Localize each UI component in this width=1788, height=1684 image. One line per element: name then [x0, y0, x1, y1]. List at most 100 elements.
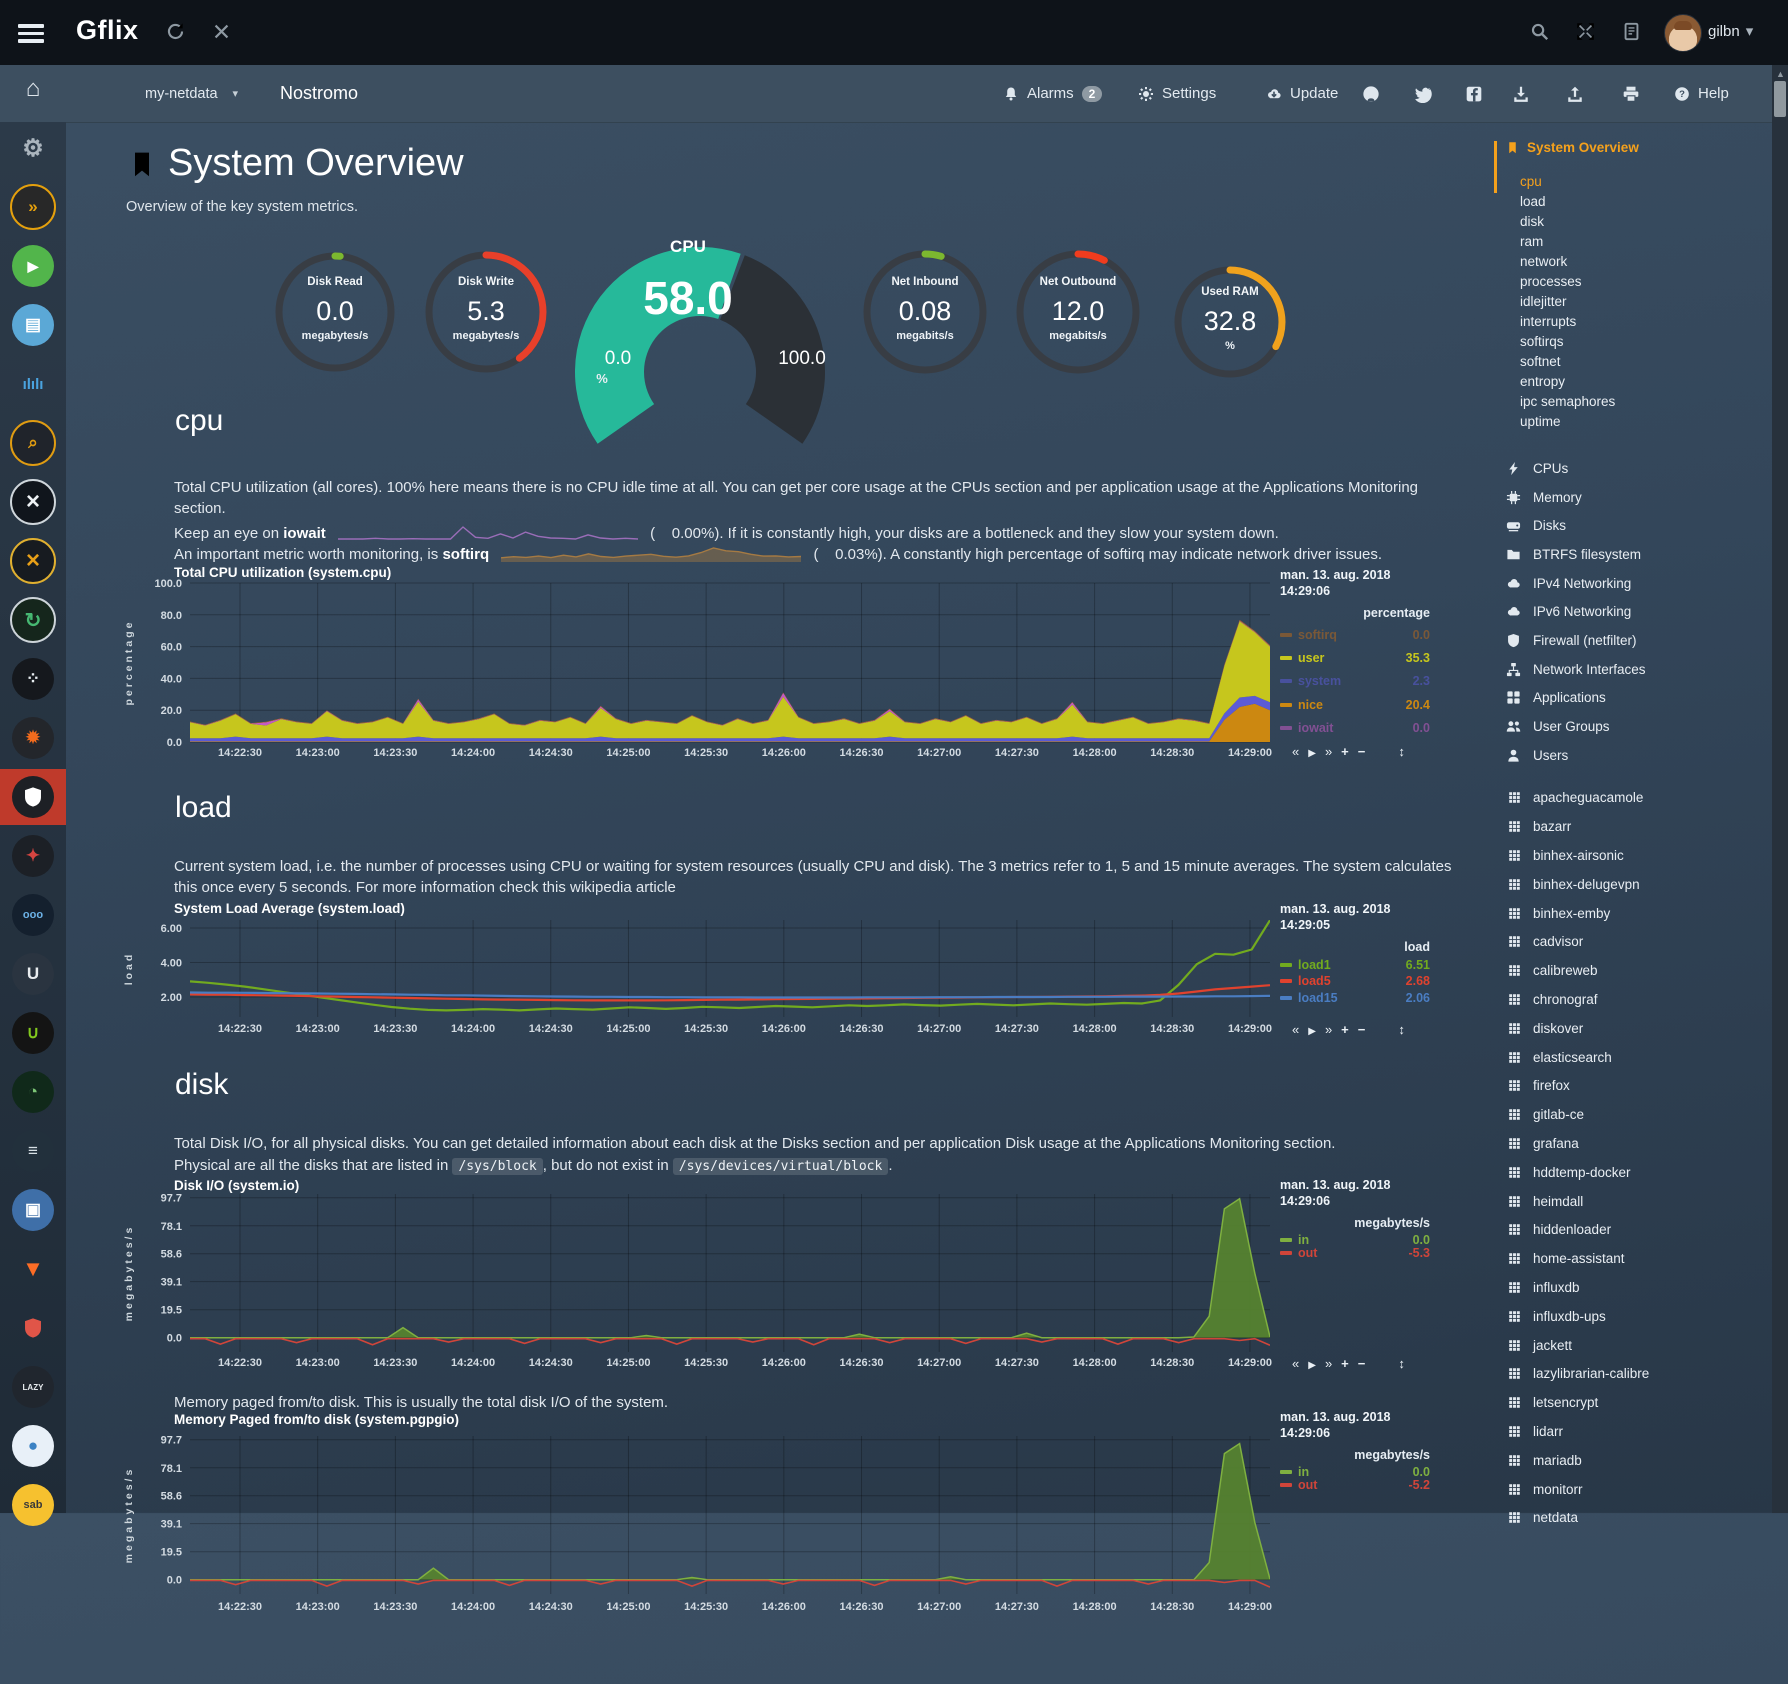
changelog-icon[interactable]	[1622, 22, 1641, 41]
menu-item-ipc-semaphores[interactable]: ipc semaphores	[1520, 392, 1780, 412]
export-button[interactable]	[1566, 65, 1584, 122]
play-button[interactable]	[1308, 744, 1316, 759]
menu-item-idlejitter[interactable]: idlejitter	[1520, 292, 1780, 312]
menu-app-diskover[interactable]: diskover	[1508, 1014, 1780, 1043]
zoom-out-button[interactable]	[1358, 1022, 1366, 1037]
sidebar-app-settings[interactable]: ⚙	[0, 120, 66, 176]
menu-app-letsencrypt[interactable]: letsencrypt	[1508, 1388, 1780, 1417]
zoom-out-button[interactable]	[1358, 744, 1366, 759]
menu-app-calibreweb[interactable]: calibreweb	[1508, 956, 1780, 985]
pan-back-button[interactable]	[1292, 1356, 1299, 1371]
menu-app-home-assistant[interactable]: home-assistant	[1508, 1244, 1780, 1273]
menu-section-cpus[interactable]: CPUs	[1506, 454, 1780, 483]
menu-section-ipv6-networking[interactable]: IPv6 Networking	[1506, 597, 1780, 626]
menu-item-network[interactable]: network	[1520, 252, 1780, 272]
menu-section-network-interfaces[interactable]: Network Interfaces	[1506, 655, 1780, 684]
sidebar-app-app-swirl[interactable]: ↻	[0, 592, 66, 648]
menu-section-btrfs-filesystem[interactable]: BTRFS filesystem	[1506, 540, 1780, 569]
menu-app-gitlab-ce[interactable]: gitlab-ce	[1508, 1100, 1780, 1129]
sidebar-app-jackett[interactable]: U	[0, 946, 66, 1002]
menu-app-grafana[interactable]: grafana	[1508, 1129, 1780, 1158]
pan-forward-button[interactable]	[1325, 1356, 1332, 1371]
menu-app-elasticsearch[interactable]: elasticsearch	[1508, 1043, 1780, 1072]
menu-app-mariadb[interactable]: mariadb	[1508, 1446, 1780, 1475]
menu-app-lidarr[interactable]: lidarr	[1508, 1417, 1780, 1446]
zoom-in-button[interactable]	[1341, 1356, 1349, 1371]
menu-app-firefox[interactable]: firefox	[1508, 1072, 1780, 1101]
menu-section-applications[interactable]: Applications	[1506, 684, 1780, 713]
menu-item-disk[interactable]: disk	[1520, 212, 1780, 232]
pan-forward-button[interactable]	[1325, 1022, 1332, 1037]
sidebar-app-sabnzbd[interactable]: sab	[0, 1477, 66, 1533]
zoom-in-button[interactable]	[1341, 744, 1349, 759]
refresh-icon[interactable]	[166, 22, 185, 41]
menu-item-ram[interactable]: ram	[1520, 232, 1780, 252]
close-tab-icon[interactable]	[212, 22, 231, 41]
sidebar-app-app-red-cluster[interactable]: ✦	[0, 828, 66, 884]
gauge-net-outbound[interactable]: Net Outbound12.0megabits/s	[1006, 240, 1150, 384]
sidebar-app-app-x-blue[interactable]: ×	[0, 474, 66, 530]
settings-button[interactable]: Settings	[1138, 65, 1216, 122]
sidebar-app-home[interactable]: ⌂	[0, 61, 66, 117]
menu-section-user-groups[interactable]: User Groups	[1506, 712, 1780, 741]
menu-app-hiddenloader[interactable]: hiddenloader	[1508, 1216, 1780, 1245]
sidebar-app-app-x-gold[interactable]: ×	[0, 533, 66, 589]
menu-app-netdata[interactable]: netdata	[1508, 1503, 1780, 1532]
search-icon[interactable]	[1530, 22, 1549, 41]
scrollbar-up-arrow[interactable]: ▲	[1776, 69, 1785, 79]
menu-app-influxdb-ups[interactable]: influxdb-ups	[1508, 1302, 1780, 1331]
menu-section-users[interactable]: Users	[1506, 741, 1780, 770]
chart-system.cpu[interactable]: 14:22:3014:23:0014:23:3014:24:0014:24:30…	[118, 558, 1288, 783]
menu-item-processes[interactable]: processes	[1520, 272, 1780, 292]
import-button[interactable]	[1512, 65, 1530, 122]
twitter-button[interactable]	[1414, 65, 1432, 122]
hamburger-menu-icon[interactable]	[18, 24, 44, 42]
legend-item-system[interactable]: system2.3	[1280, 670, 1430, 693]
menu-section-firewall-netfilter-[interactable]: Firewall (netfilter)	[1506, 626, 1780, 655]
menu-app-heimdall[interactable]: heimdall	[1508, 1187, 1780, 1216]
legend-item-load15[interactable]: load152.06	[1280, 990, 1430, 1006]
help-button[interactable]: Help	[1674, 65, 1729, 122]
legend-item-nice[interactable]: nice20.4	[1280, 693, 1430, 716]
menu-app-apacheguacamole[interactable]: apacheguacamole	[1508, 784, 1780, 813]
sidebar-app-app-bars[interactable]: ≡	[0, 1123, 66, 1179]
menu-app-lazylibrarian-calibre[interactable]: lazylibrarian-calibre	[1508, 1360, 1780, 1389]
sidebar-app-airsonic[interactable]: ılılı	[0, 356, 66, 412]
update-button[interactable]: Update	[1266, 65, 1338, 122]
gauge-disk-write[interactable]: Disk Write5.3megabytes/s	[415, 241, 557, 383]
play-button[interactable]	[1308, 1356, 1316, 1371]
menu-section-disks[interactable]: Disks	[1506, 511, 1780, 540]
menu-app-bazarr[interactable]: bazarr	[1508, 812, 1780, 841]
play-button[interactable]	[1308, 1022, 1316, 1037]
menu-app-cadvisor[interactable]: cadvisor	[1508, 928, 1780, 957]
github-button[interactable]	[1362, 65, 1380, 122]
resize-handle[interactable]	[1398, 1356, 1405, 1371]
menu-item-softnet[interactable]: softnet	[1520, 352, 1780, 372]
legend-item-in[interactable]: in0.0	[1280, 1233, 1430, 1247]
chart-system.io[interactable]: 14:22:3014:23:0014:23:3014:24:0014:24:30…	[118, 1178, 1288, 1380]
page-scrollbar[interactable]: ▲	[1772, 65, 1788, 1513]
zoom-out-button[interactable]	[1358, 1356, 1366, 1371]
fullscreen-icon[interactable]	[1576, 22, 1595, 41]
pan-forward-button[interactable]	[1325, 744, 1332, 759]
menu-app-binhex-airsonic[interactable]: binhex-airsonic	[1508, 841, 1780, 870]
menu-section-memory[interactable]: Memory	[1506, 483, 1780, 512]
sidebar-app-grafana[interactable]: ✹	[0, 710, 66, 766]
sidebar-app-bookstack[interactable]: ▤	[0, 297, 66, 353]
resize-handle[interactable]	[1398, 744, 1405, 759]
sidebar-app-lazy-badge[interactable]: LAZY	[0, 1359, 66, 1415]
gauge-used-ram[interactable]: Used RAM32.8%	[1164, 256, 1296, 388]
legend-item-iowait[interactable]: iowait0.0	[1280, 717, 1430, 740]
server-dropdown[interactable]: my-netdata	[145, 65, 238, 122]
legend-item-out[interactable]: out-5.3	[1280, 1247, 1430, 1261]
pan-back-button[interactable]	[1292, 1022, 1299, 1037]
menu-section-ipv4-networking[interactable]: IPv4 Networking	[1506, 569, 1780, 598]
gauge-disk-read[interactable]: Disk Read0.0megabytes/s	[265, 242, 405, 382]
sidebar-app-nextcloud[interactable]: ooo	[0, 887, 66, 943]
menu-item-interrupts[interactable]: interrupts	[1520, 312, 1780, 332]
zoom-in-button[interactable]	[1341, 1022, 1349, 1037]
menu-item-softirqs[interactable]: softirqs	[1520, 332, 1780, 352]
menu-item-uptime[interactable]: uptime	[1520, 412, 1780, 432]
menu-app-influxdb[interactable]: influxdb	[1508, 1273, 1780, 1302]
menu-app-monitorr[interactable]: monitorr	[1508, 1475, 1780, 1504]
